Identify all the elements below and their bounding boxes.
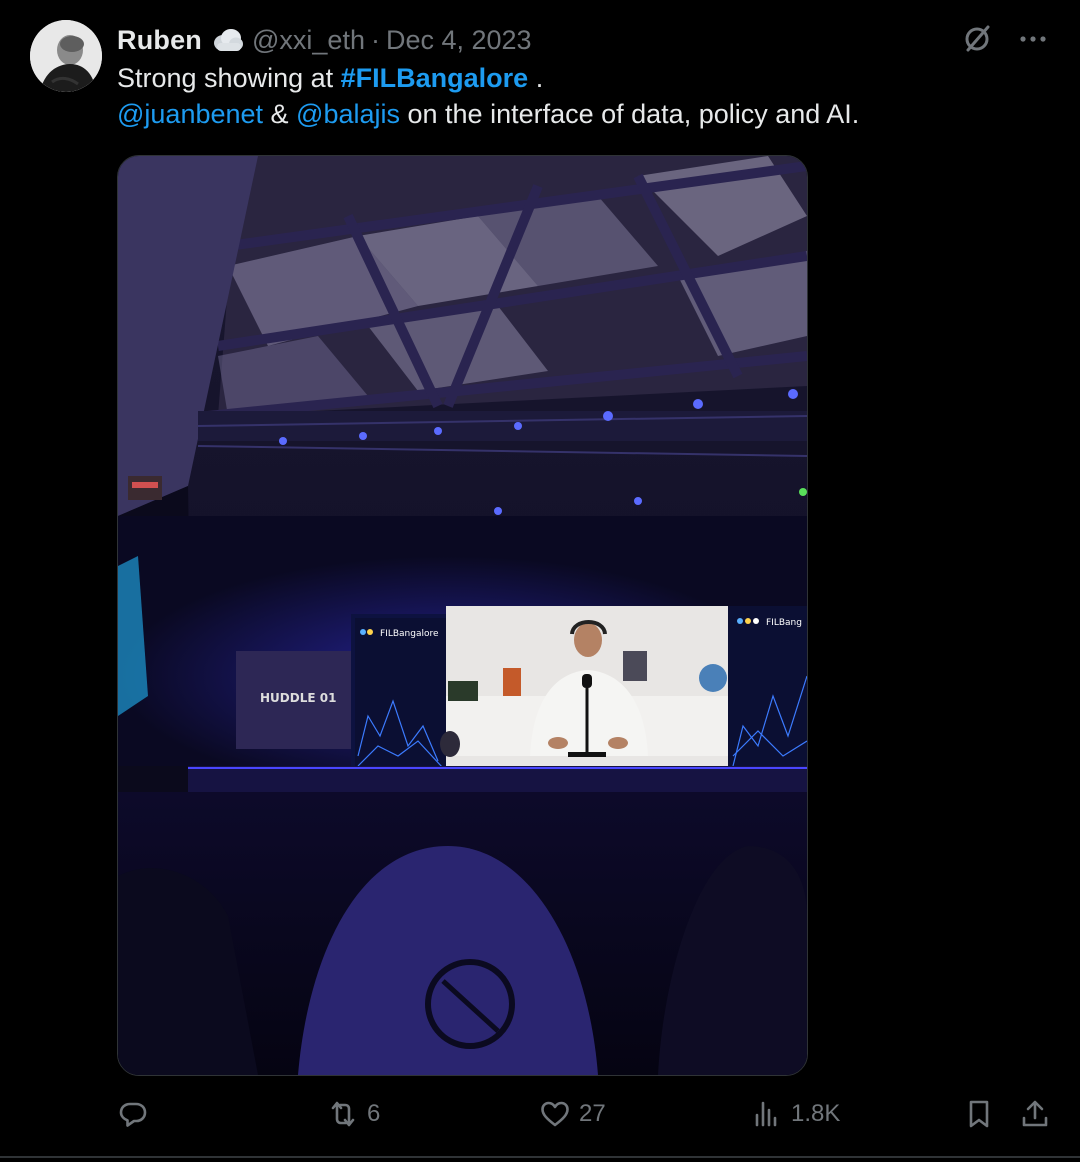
views-count: 1.8K	[791, 1100, 841, 1127]
heart-icon	[541, 1101, 569, 1127]
mention-link-balajis[interactable]: @balajis	[296, 99, 400, 129]
ceiling-structure	[207, 156, 807, 421]
conference-stage-photo: HUDDLE 01 FILBangalore FILBang	[118, 156, 807, 1075]
tweet-date[interactable]: Dec 4, 2023	[386, 25, 532, 56]
cloud-emoji-icon	[212, 26, 244, 54]
tweet-photo[interactable]: HUDDLE 01 FILBangalore FILBang	[117, 155, 808, 1076]
bookmark-button[interactable]	[963, 1090, 995, 1138]
author-name[interactable]: Ruben	[117, 25, 202, 56]
top-right-controls	[960, 22, 1050, 61]
repost-button[interactable]: 6	[327, 1090, 380, 1138]
backdrop-label: HUDDLE 01	[260, 691, 336, 705]
text-segment: Strong showing at	[117, 63, 341, 93]
share-button[interactable]	[1019, 1090, 1051, 1138]
tweet-actions: 6 27 1.8K	[117, 1090, 1052, 1138]
mention-link-juanbenet[interactable]: @juanbenet	[117, 99, 263, 129]
views-button[interactable]: 1.8K	[751, 1090, 840, 1138]
share-icon	[1022, 1100, 1048, 1127]
grok-icon[interactable]	[960, 22, 994, 61]
lighting-truss	[198, 411, 807, 441]
views-icon	[755, 1101, 777, 1127]
text-segment: &	[263, 99, 297, 129]
like-count: 27	[579, 1100, 606, 1127]
tweet-card[interactable]: Ruben @xxi_eth · Dec 4, 2023 Strong show…	[0, 0, 1080, 1162]
divider	[0, 1156, 1080, 1158]
tweet-text-line-1: Strong showing at #FILBangalore .	[117, 60, 1017, 96]
screen-title-right: FILBang	[766, 618, 802, 628]
separator-dot: ·	[370, 24, 380, 55]
text-segment: on the interface of data, policy and AI.	[400, 99, 860, 129]
author-handle[interactable]: @xxi_eth	[252, 25, 365, 56]
tweet-text-line-2: @juanbenet & @balajis on the interface o…	[117, 96, 1017, 132]
repost-icon	[331, 1101, 355, 1127]
reply-button[interactable]	[117, 1090, 157, 1138]
more-options-icon[interactable]	[1016, 22, 1050, 61]
avatar[interactable]	[30, 20, 102, 92]
like-button[interactable]: 27	[539, 1090, 606, 1138]
repost-count: 6	[367, 1100, 381, 1127]
text-segment: .	[528, 63, 544, 93]
bookmark-icon	[969, 1100, 989, 1128]
tweet-text: Strong showing at #FILBangalore . @juanb…	[117, 60, 1017, 132]
screen-title: FILBangalore	[380, 629, 439, 639]
avatar-photo	[30, 20, 102, 92]
reply-icon	[119, 1102, 147, 1127]
tweet-header: Ruben @xxi_eth · Dec 4, 2023	[117, 22, 532, 58]
hashtag-link[interactable]: #FILBangalore	[341, 63, 529, 93]
